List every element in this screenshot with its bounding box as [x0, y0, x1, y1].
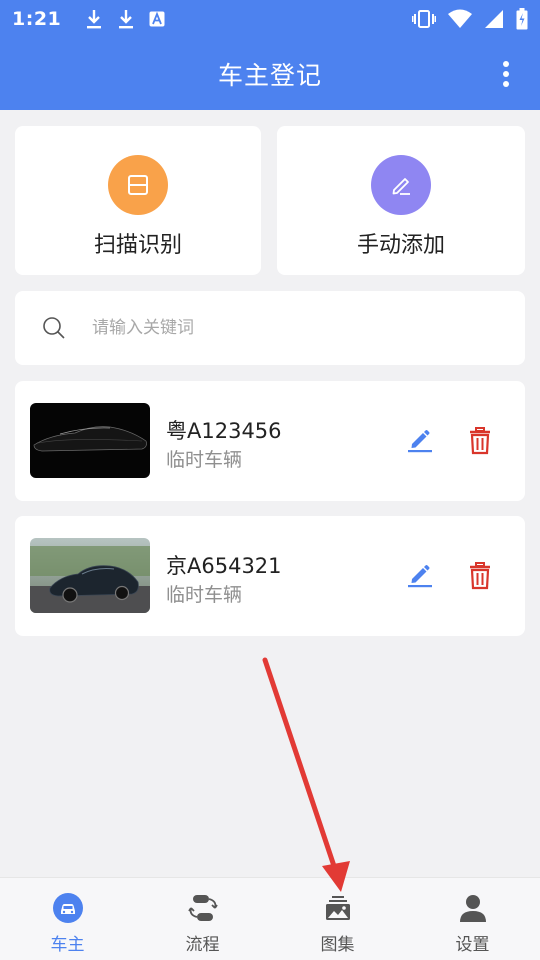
manual-add-label: 手动添加	[356, 233, 445, 258]
font-a-icon	[149, 11, 165, 27]
nav-label-owner: 车主	[50, 935, 85, 955]
pen-icon	[371, 155, 431, 215]
page-title: 车主登记	[217, 61, 322, 90]
screen: 1:21 车主登记 扫描识别 手动添加 请输入关键词 粤A123456 临时车辆…	[0, 0, 540, 960]
signal-icon	[485, 10, 503, 28]
battery-icon	[516, 8, 528, 30]
nav-item-process[interactable]: 流程	[135, 878, 270, 960]
process-flow-icon	[187, 892, 219, 924]
search-input[interactable]	[92, 318, 472, 338]
nav-label-process: 流程	[185, 935, 220, 955]
more-menu-icon[interactable]	[502, 60, 510, 88]
gallery-icon	[322, 892, 354, 924]
manual-add-button[interactable]: 手动添加	[277, 126, 525, 275]
vehicle-type: 临时车辆	[166, 449, 243, 471]
scan-recognize-button[interactable]: 扫描识别	[15, 126, 261, 275]
vehicle-item[interactable]: 京A654321 临时车辆	[15, 516, 525, 636]
wifi-icon	[448, 9, 472, 28]
search-bar	[15, 291, 525, 365]
car-icon	[52, 892, 84, 924]
vehicle-plate: 京A654321	[166, 554, 282, 578]
scan-recognize-label: 扫描识别	[93, 233, 182, 258]
bottom-nav: 车主 流程 图集 设置	[0, 877, 540, 960]
vehicle-item[interactable]: 粤A123456 临时车辆	[15, 381, 525, 501]
nav-item-owner[interactable]: 车主	[0, 878, 135, 960]
vibrate-icon	[412, 10, 436, 28]
nav-item-gallery[interactable]: 图集	[270, 878, 405, 960]
status-time: 1:21	[12, 8, 62, 30]
edit-icon[interactable]	[407, 427, 433, 453]
search-icon	[43, 317, 65, 339]
vehicle-photo	[30, 403, 150, 478]
nav-label-settings: 设置	[455, 935, 490, 955]
nav-item-settings[interactable]: 设置	[405, 878, 540, 960]
delete-icon[interactable]	[469, 562, 491, 590]
vehicle-type: 临时车辆	[166, 584, 243, 606]
app-bar: 车主登记	[0, 38, 540, 110]
status-bar: 1:21	[0, 0, 540, 38]
vehicle-plate: 粤A123456	[166, 419, 282, 443]
vehicle-photo	[30, 538, 150, 613]
delete-icon[interactable]	[469, 427, 491, 455]
scan-icon	[108, 155, 168, 215]
nav-label-gallery: 图集	[320, 935, 355, 955]
download-icon	[119, 10, 134, 29]
user-icon	[457, 892, 489, 924]
download-icon	[87, 10, 102, 29]
edit-icon[interactable]	[407, 562, 433, 588]
